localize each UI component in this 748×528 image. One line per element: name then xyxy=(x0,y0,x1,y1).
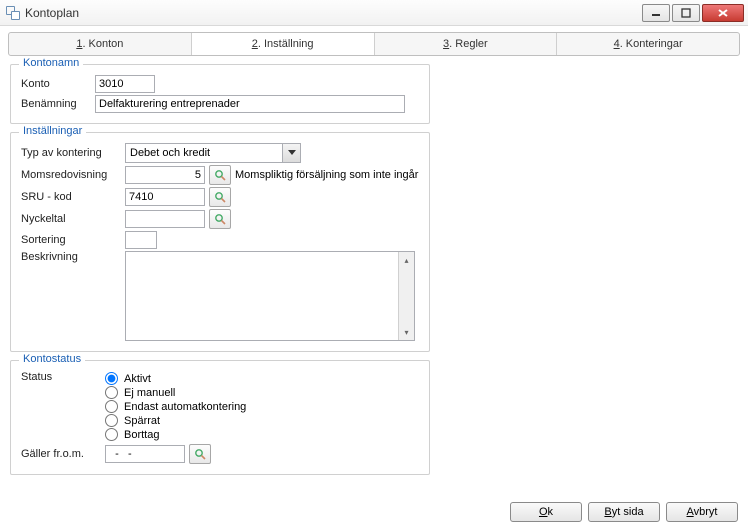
nyckeltal-lookup-button[interactable] xyxy=(209,209,231,229)
chevron-down-icon xyxy=(282,144,300,162)
label-nyckeltal: Nyckeltal xyxy=(21,213,121,225)
label-galler-from: Gäller fr.o.m. xyxy=(21,448,101,460)
konto-field xyxy=(95,75,155,93)
scroll-down-icon: ▾ xyxy=(399,324,414,340)
maximize-button[interactable] xyxy=(672,4,700,22)
label-momsredovisning: Momsredovisning xyxy=(21,169,121,181)
sortering-input[interactable] xyxy=(125,231,157,249)
search-icon xyxy=(214,191,226,203)
beskrivning-textarea[interactable] xyxy=(125,251,415,341)
search-icon xyxy=(214,213,226,225)
tab-konton[interactable]: 1. Konton xyxy=(9,33,192,55)
label-beskrivning: Beskrivning xyxy=(21,251,121,263)
radio-borttag[interactable] xyxy=(105,428,118,441)
tab-konteringar[interactable]: 4. Konteringar xyxy=(557,33,739,55)
sru-input[interactable] xyxy=(125,188,205,206)
momsredovisning-input[interactable] xyxy=(125,166,205,184)
radio-ej-manuell[interactable] xyxy=(105,386,118,399)
fieldset-kontonamn: Kontonamn Konto Benämning xyxy=(10,64,430,124)
fieldset-kontostatus: Kontostatus Status Aktivt Ej manuell End… xyxy=(10,360,430,475)
label-status: Status xyxy=(21,371,101,383)
radio-aktivt-label: Aktivt xyxy=(124,373,151,385)
scroll-up-icon: ▴ xyxy=(399,252,414,268)
window-title: Kontoplan xyxy=(25,6,79,20)
radio-sparrat[interactable] xyxy=(105,414,118,427)
benamning-field xyxy=(95,95,405,113)
galler-from-lookup-button[interactable] xyxy=(189,444,211,464)
typ-kontering-value: Debet och kredit xyxy=(126,147,282,159)
label-benamning: Benämning xyxy=(21,98,91,110)
window-titlebar: Kontoplan xyxy=(0,0,748,26)
radio-endast-auto[interactable] xyxy=(105,400,118,413)
typ-kontering-select[interactable]: Debet och kredit xyxy=(125,143,301,163)
byt-sida-button[interactable]: Byt sida xyxy=(588,502,660,522)
label-konto: Konto xyxy=(21,78,91,90)
legend-kontonamn: Kontonamn xyxy=(19,57,83,69)
avbryt-button[interactable]: Avbryt xyxy=(666,502,738,522)
beskrivning-scrollbar[interactable]: ▴ ▾ xyxy=(398,252,414,340)
nyckeltal-input[interactable] xyxy=(125,210,205,228)
sru-lookup-button[interactable] xyxy=(209,187,231,207)
tab-regler[interactable]: 3. Regler xyxy=(375,33,558,55)
label-sru: SRU - kod xyxy=(21,191,121,203)
radio-ej-manuell-label: Ej manuell xyxy=(124,387,175,399)
minimize-button[interactable] xyxy=(642,4,670,22)
radio-endast-auto-label: Endast automatkontering xyxy=(124,401,246,413)
radio-aktivt[interactable] xyxy=(105,372,118,385)
momsredovisning-lookup-button[interactable] xyxy=(209,165,231,185)
momsredovisning-desc: Momspliktig försäljning som inte ingår i… xyxy=(235,169,419,181)
close-button[interactable] xyxy=(702,4,744,22)
galler-from-input[interactable] xyxy=(105,445,185,463)
app-icon xyxy=(6,6,20,20)
tab-installning[interactable]: 2. Inställning xyxy=(192,33,375,55)
tab-bar: 1. Konton 2. Inställning 3. Regler 4. Ko… xyxy=(8,32,740,56)
label-sortering: Sortering xyxy=(21,234,121,246)
fieldset-installningar: Inställningar Typ av kontering Debet och… xyxy=(10,132,430,352)
search-icon xyxy=(194,448,206,460)
search-icon xyxy=(214,169,226,181)
radio-borttag-label: Borttag xyxy=(124,429,159,441)
legend-kontostatus: Kontostatus xyxy=(19,353,85,365)
legend-installningar: Inställningar xyxy=(19,125,86,137)
label-typ-kontering: Typ av kontering xyxy=(21,147,121,159)
radio-sparrat-label: Spärrat xyxy=(124,415,160,427)
footer-buttons: Ok Byt sida Avbryt xyxy=(510,502,738,522)
ok-button[interactable]: Ok xyxy=(510,502,582,522)
